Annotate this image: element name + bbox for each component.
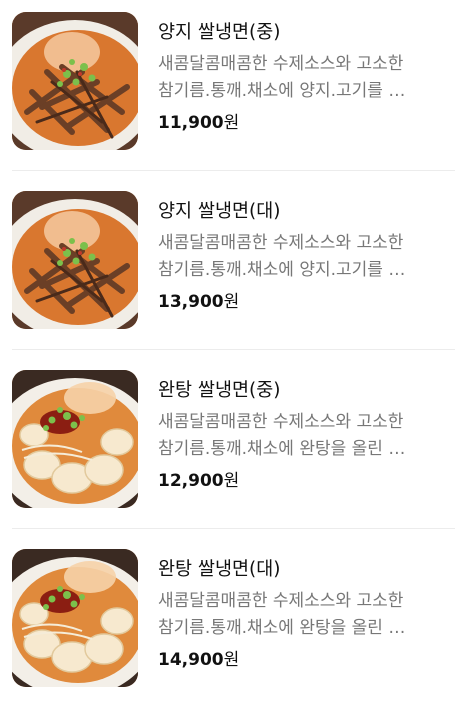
menu-item-description: 새콤달콤매콤한 수제소스와 고소한 참기름.통깨.채소에 양지.고기를 … bbox=[158, 54, 406, 101]
menu-item-photo bbox=[12, 12, 138, 150]
menu-item-photo bbox=[12, 370, 138, 508]
wonton-cold-noodle-photo-icon bbox=[12, 370, 138, 508]
menu-item-price: 11,900원 bbox=[158, 111, 453, 135]
menu-item-description: 새콤달콤매콤한 수제소스와 고소한 참기름.통깨.채소에 완탕을 올린 … bbox=[158, 591, 406, 638]
price-currency: 원 bbox=[223, 650, 240, 670]
menu-item-info: 양지 쌀냉면(중) 새콤달콤매콤한 수제소스와 고소한 참기름.통깨.채소에 양… bbox=[158, 20, 453, 135]
menu-item-name: 완탕 쌀냉면(대) bbox=[158, 559, 281, 580]
price-amount: 12,900 bbox=[158, 471, 224, 491]
menu-item-description: 새콤달콤매콤한 수제소스와 고소한 참기름.통깨.채소에 완탕을 올린 … bbox=[158, 412, 406, 459]
menu-item-photo bbox=[12, 549, 138, 687]
wonton-cold-noodle-photo-icon bbox=[12, 549, 138, 687]
menu-item-info: 완탕 쌀냉면(중) 새콤달콤매콤한 수제소스와 고소한 참기름.통깨.채소에 완… bbox=[158, 378, 453, 493]
beef-cold-noodle-photo-icon bbox=[12, 191, 138, 329]
menu-item-yangji-large[interactable]: 양지 쌀냉면(대) 새콤달콤매콤한 수제소스와 고소한 참기름.통깨.채소에 양… bbox=[0, 179, 470, 349]
menu-item-name: 양지 쌀냉면(대) bbox=[158, 201, 281, 222]
item-divider bbox=[12, 349, 455, 350]
menu-item-name: 양지 쌀냉면(중) bbox=[158, 22, 281, 43]
menu-item-price: 12,900원 bbox=[158, 469, 453, 493]
menu-item-yangji-medium[interactable]: 양지 쌀냉면(중) 새콤달콤매콤한 수제소스와 고소한 참기름.통깨.채소에 양… bbox=[0, 0, 470, 170]
menu-item-info: 완탕 쌀냉면(대) 새콤달콤매콤한 수제소스와 고소한 참기름.통깨.채소에 완… bbox=[158, 557, 453, 672]
menu-item-wonton-medium[interactable]: 완탕 쌀냉면(중) 새콤달콤매콤한 수제소스와 고소한 참기름.통깨.채소에 완… bbox=[0, 358, 470, 528]
menu-item-price: 13,900원 bbox=[158, 290, 453, 314]
menu-item-photo bbox=[12, 191, 138, 329]
menu-item-info: 양지 쌀냉면(대) 새콤달콤매콤한 수제소스와 고소한 참기름.통깨.채소에 양… bbox=[158, 199, 453, 314]
menu-item-name: 완탕 쌀냉면(중) bbox=[158, 380, 281, 401]
price-amount: 11,900 bbox=[158, 113, 224, 133]
price-amount: 13,900 bbox=[158, 292, 224, 312]
menu-list: 양지 쌀냉면(중) 새콤달콤매콤한 수제소스와 고소한 참기름.통깨.채소에 양… bbox=[0, 0, 470, 697]
price-currency: 원 bbox=[223, 113, 240, 133]
menu-item-wonton-large[interactable]: 완탕 쌀냉면(대) 새콤달콤매콤한 수제소스와 고소한 참기름.통깨.채소에 완… bbox=[0, 537, 470, 707]
price-amount: 14,900 bbox=[158, 650, 224, 670]
price-currency: 원 bbox=[223, 471, 240, 491]
menu-item-price: 14,900원 bbox=[158, 648, 453, 672]
beef-cold-noodle-photo-icon bbox=[12, 12, 138, 150]
price-currency: 원 bbox=[223, 292, 240, 312]
item-divider bbox=[12, 170, 455, 171]
item-divider bbox=[12, 528, 455, 529]
menu-item-description: 새콤달콤매콤한 수제소스와 고소한 참기름.통깨.채소에 양지.고기를 … bbox=[158, 233, 406, 280]
